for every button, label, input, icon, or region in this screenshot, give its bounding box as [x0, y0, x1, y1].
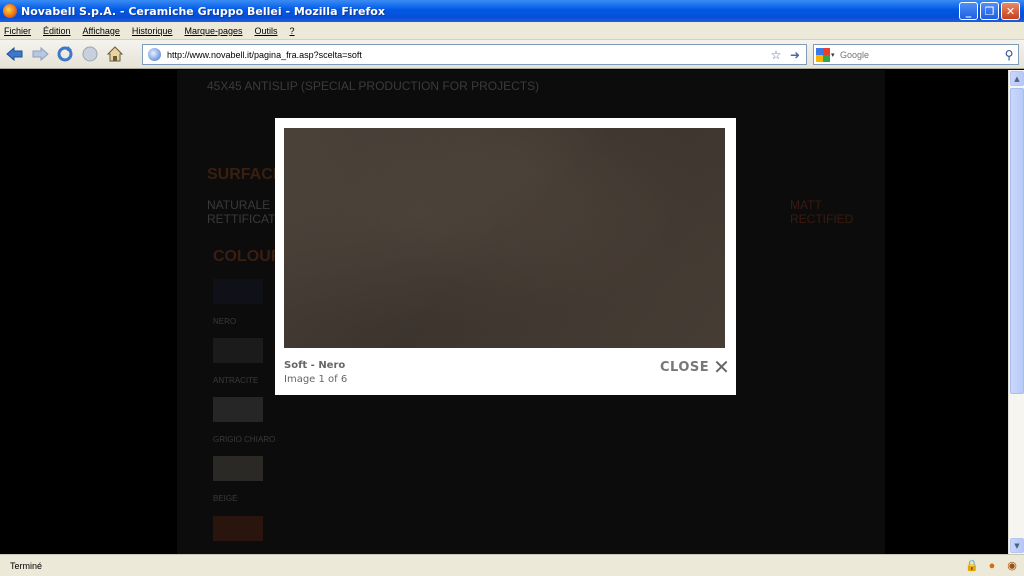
bookmark-star-icon[interactable]: ☆: [768, 47, 784, 63]
lightbox-dialog: Soft - Nero Image 1 of 6 CLOSE ✕: [275, 118, 736, 395]
menu-fichier[interactable]: Fichier: [4, 26, 31, 36]
address-bar[interactable]: http://www.novabell.it/pagina_fra.asp?sc…: [142, 44, 807, 65]
window-title-bar[interactable]: Novabell S.p.A. - Ceramiche Gruppo Belle…: [0, 0, 1024, 22]
go-icon[interactable]: ➜: [787, 47, 803, 63]
close-window-button[interactable]: ✕: [1001, 2, 1020, 20]
vertical-scrollbar[interactable]: ▲ ▼: [1008, 70, 1024, 554]
colour-label-nero: NERO: [213, 317, 237, 326]
size-heading: 45X45 ANTISLIP (SPECIAL PRODUCTION FOR P…: [207, 79, 540, 93]
lightbox-image-counter: Image 1 of 6: [284, 374, 348, 385]
surface-rettificato: RETTIFICATO: [207, 212, 285, 226]
home-button[interactable]: [104, 43, 126, 65]
menu-help[interactable]: ?: [290, 26, 295, 36]
surface-matt: MATT: [790, 198, 822, 212]
tile-texture-image[interactable]: [284, 128, 725, 348]
colour-swatch-unlabeled[interactable]: [213, 516, 263, 541]
close-label: CLOSE: [660, 359, 710, 375]
close-icon: ✕: [713, 355, 730, 379]
colour-swatch-beige[interactable]: [213, 456, 263, 481]
colour-label-beige: BEIGE: [213, 494, 238, 503]
site-favicon-icon: [148, 48, 161, 61]
url-text[interactable]: http://www.novabell.it/pagina_fra.asp?sc…: [167, 50, 768, 60]
status-text: Terminé: [10, 560, 43, 571]
reload-button[interactable]: [54, 43, 76, 65]
lightbox-close-button[interactable]: CLOSE ✕: [660, 355, 730, 379]
stop-icon: [82, 46, 98, 62]
search-magnifier-icon[interactable]: ⚲: [1000, 48, 1018, 62]
addon-status-icon[interactable]: ◉: [1004, 558, 1020, 574]
colour-label-antracite: ANTRACITE: [213, 376, 259, 385]
firefox-icon: [3, 4, 17, 18]
forward-arrow-icon: [32, 46, 49, 62]
reload-icon: [57, 46, 73, 62]
status-bar: Terminé 🔒 ● ◉: [0, 554, 1024, 576]
maximize-button[interactable]: ❐: [980, 2, 999, 20]
menu-edition[interactable]: Édition: [43, 26, 71, 36]
minimize-button[interactable]: _: [959, 2, 978, 20]
home-icon: [106, 46, 124, 62]
surface-heading: SURFACE: [207, 166, 284, 183]
google-engine-icon[interactable]: ▾: [816, 46, 840, 63]
menu-historique[interactable]: Historique: [132, 26, 173, 36]
search-bar[interactable]: ▾ ⚲: [813, 44, 1019, 65]
search-input[interactable]: [840, 49, 1000, 60]
navigation-toolbar: http://www.novabell.it/pagina_fra.asp?sc…: [0, 40, 1024, 69]
menu-marque-pages[interactable]: Marque-pages: [184, 26, 242, 36]
scroll-up-arrow-icon[interactable]: ▲: [1010, 71, 1024, 86]
addon-fox-icon[interactable]: ●: [984, 558, 1000, 574]
back-arrow-icon: [6, 46, 23, 62]
scrollbar-thumb[interactable]: [1010, 88, 1024, 394]
colour-swatch-antracite[interactable]: [213, 338, 263, 363]
surface-naturale: NATURALE: [207, 198, 271, 212]
menu-outils[interactable]: Outils: [255, 26, 278, 36]
colour-swatch-nero[interactable]: [213, 279, 263, 304]
colour-swatch-grigio-chiaro[interactable]: [213, 397, 263, 422]
menu-affichage[interactable]: Affichage: [83, 26, 120, 36]
surface-list-english: MATT RECTIFIED: [790, 198, 853, 226]
security-lock-icon[interactable]: 🔒: [964, 558, 980, 574]
window-title: Novabell S.p.A. - Ceramiche Gruppo Belle…: [21, 4, 385, 18]
stop-button[interactable]: [79, 43, 101, 65]
back-button[interactable]: [4, 43, 26, 65]
lightbox-caption-title: Soft - Nero: [284, 360, 346, 371]
colour-label-grigio-chiaro: GRIGIO CHIARO: [213, 435, 276, 444]
menu-bar: Fichier Édition Affichage Historique Mar…: [0, 22, 1024, 40]
forward-button[interactable]: [29, 43, 51, 65]
surface-rectified: RECTIFIED: [790, 212, 854, 226]
scroll-down-arrow-icon[interactable]: ▼: [1010, 538, 1024, 553]
surface-list-italian: NATURALE RETTIFICATO: [207, 198, 285, 226]
